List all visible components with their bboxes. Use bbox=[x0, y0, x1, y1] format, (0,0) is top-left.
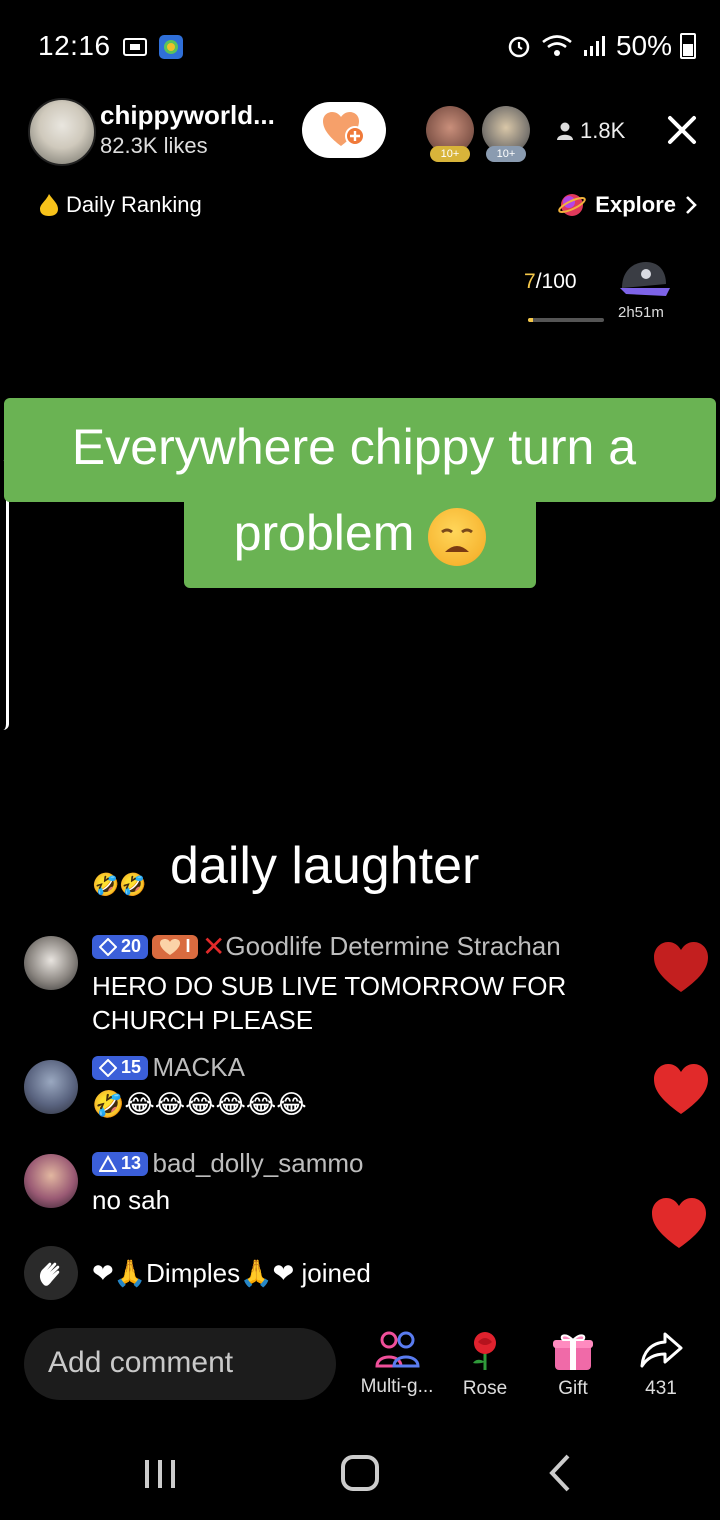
viewer-count-value: 1.8K bbox=[580, 118, 626, 143]
heart-icon bbox=[160, 938, 181, 955]
follow-button[interactable] bbox=[302, 102, 386, 158]
alarm-icon bbox=[508, 36, 530, 58]
wifi-icon bbox=[542, 35, 572, 56]
goal-progress-bar bbox=[528, 318, 604, 322]
cap-icon[interactable] bbox=[616, 258, 672, 302]
join-message: ❤🙏Dimples🙏❤ joined bbox=[92, 1256, 371, 1290]
viewer-count[interactable]: 1.8K bbox=[556, 118, 625, 144]
chat-username: Goodlife Determine Strachan bbox=[225, 931, 561, 961]
host-name[interactable]: chippyworld... bbox=[100, 100, 275, 131]
chat-overlay-text: daily laughter bbox=[170, 837, 480, 895]
cross-mark-icon: ✕ bbox=[201, 931, 226, 962]
join-action: joined bbox=[301, 1258, 371, 1288]
chat-text: 🤣😂😂😂😂😂😂 bbox=[92, 1089, 307, 1119]
triangle-icon bbox=[99, 1154, 117, 1172]
status-right: 50% bbox=[506, 30, 696, 62]
gift-button[interactable]: Gift bbox=[528, 1330, 618, 1400]
chevron-right-icon bbox=[686, 196, 697, 214]
share-arrow-icon bbox=[640, 1332, 683, 1368]
top-viewer-avatar-2[interactable]: 10+ bbox=[482, 106, 530, 162]
goal-total: /100 bbox=[535, 270, 577, 293]
recent-apps-icon[interactable] bbox=[140, 1448, 180, 1498]
close-icon[interactable] bbox=[662, 110, 702, 150]
level-badge: 20 bbox=[92, 934, 149, 959]
multi-guest-label: Multi-g... bbox=[360, 1376, 434, 1397]
share-count: 431 bbox=[645, 1378, 677, 1399]
goal-progress-fill bbox=[528, 318, 534, 322]
goal-timer: 2h51m bbox=[618, 304, 664, 321]
chat-avatar[interactable] bbox=[24, 1060, 78, 1114]
explore-label: Explore bbox=[595, 192, 676, 217]
heart-plus-icon bbox=[323, 112, 365, 146]
battery-icon bbox=[680, 33, 696, 59]
waving-hand-icon bbox=[39, 1262, 60, 1286]
status-left-icons bbox=[122, 34, 184, 60]
chat-text: no sah bbox=[92, 1185, 171, 1215]
floating-heart-icon bbox=[654, 942, 708, 992]
fan-badge: I bbox=[152, 934, 198, 959]
chat-username: MACKA bbox=[152, 1052, 245, 1082]
caption-line-2-text: problem bbox=[233, 505, 415, 561]
chat-text: HERO DO SUB LIVE TOMORROW FOR CHURCH PLE… bbox=[92, 971, 567, 1035]
explore-planet-icon bbox=[558, 194, 587, 216]
multi-guest-button[interactable]: Multi-g... bbox=[352, 1330, 442, 1398]
screenshot-icon bbox=[123, 38, 147, 56]
chat-message[interactable]: 15 MACKA 🤣😂😂😂😂😂😂 bbox=[92, 1052, 632, 1121]
rose-icon bbox=[473, 1332, 496, 1370]
viewer-badge: 10+ bbox=[430, 146, 470, 162]
back-icon[interactable] bbox=[540, 1448, 580, 1498]
goal-progress-text[interactable]: 7/100 bbox=[524, 270, 577, 294]
battery-percent: 50% bbox=[615, 30, 672, 61]
laughing-emojis: 🤣🤣 bbox=[92, 872, 147, 897]
daily-ranking-label: Daily Ranking bbox=[66, 192, 202, 217]
floating-heart-icon bbox=[654, 1064, 708, 1114]
diamond-icon bbox=[99, 937, 117, 956]
caption-line-2: problem bbox=[184, 504, 536, 566]
person-icon bbox=[557, 122, 573, 140]
home-icon[interactable] bbox=[338, 1448, 382, 1498]
status-time: 12:16 bbox=[38, 30, 111, 61]
floating-heart-icon bbox=[652, 1198, 706, 1248]
multi-guest-icon bbox=[375, 1331, 420, 1368]
weary-face-icon bbox=[428, 507, 487, 566]
explore-button[interactable]: Explore bbox=[557, 190, 698, 220]
top-viewer-avatar-1[interactable]: 10+ bbox=[426, 106, 474, 162]
caption-line-1: Everywhere chippy turn a bbox=[71, 419, 637, 475]
chat-username: bad_dolly_sammo bbox=[152, 1148, 364, 1178]
daily-ranking[interactable]: Daily Ranking bbox=[38, 192, 202, 218]
host-avatar[interactable] bbox=[28, 98, 96, 166]
rose-button[interactable]: Rose bbox=[440, 1330, 530, 1400]
share-button[interactable]: 431 bbox=[616, 1330, 706, 1400]
diamond-icon bbox=[99, 1058, 117, 1077]
goal-current: 7 bbox=[524, 270, 536, 293]
comment-placeholder: Add comment bbox=[48, 1346, 234, 1379]
app-notification-icon bbox=[159, 35, 183, 59]
chat-message[interactable]: 20 I ✕Goodlife Determine Strachan HERO D… bbox=[92, 930, 662, 1037]
signal-icon bbox=[583, 36, 605, 56]
host-likes: 82.3K likes bbox=[100, 133, 208, 158]
gift-label: Gift bbox=[558, 1378, 588, 1399]
join-username: ❤🙏Dimples🙏❤ bbox=[92, 1258, 295, 1288]
level-badge: 13 bbox=[92, 1151, 149, 1176]
flame-icon bbox=[40, 194, 58, 216]
chat-avatar[interactable] bbox=[24, 936, 78, 990]
wave-icon-wrap bbox=[24, 1246, 78, 1300]
level-badge: 15 bbox=[92, 1055, 149, 1080]
chat-avatar[interactable] bbox=[24, 1154, 78, 1208]
chat-message[interactable]: 13 bad_dolly_sammo no sah bbox=[92, 1148, 632, 1217]
viewer-badge: 10+ bbox=[486, 146, 526, 162]
gift-icon bbox=[553, 1334, 593, 1370]
rose-label: Rose bbox=[462, 1378, 508, 1399]
